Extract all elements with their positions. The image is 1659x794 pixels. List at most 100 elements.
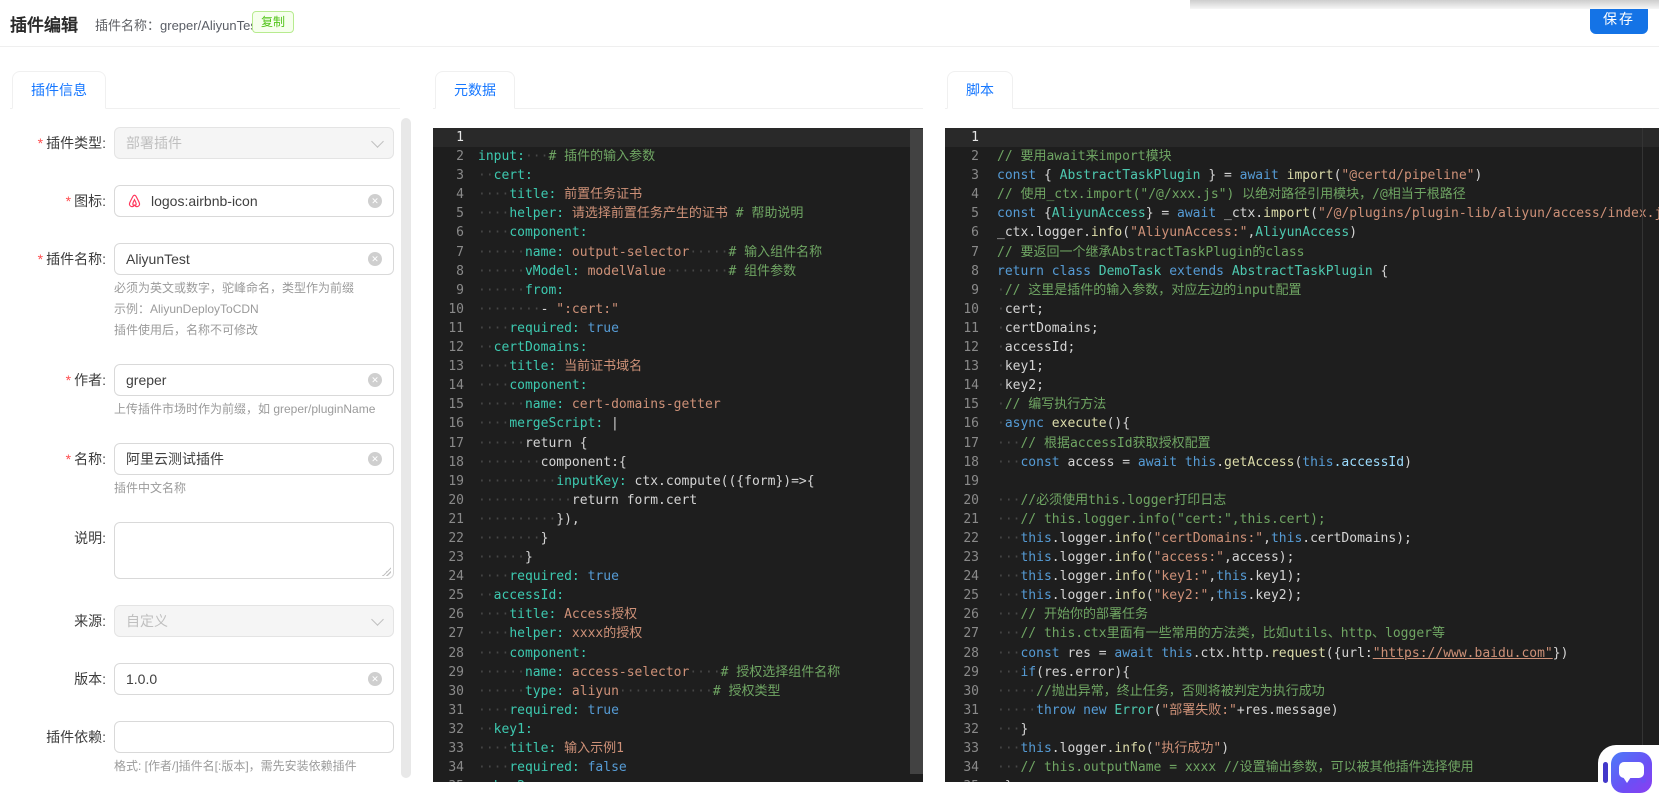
code-line: 1 [433,128,923,148]
line-number: 14 [448,378,464,394]
code-text: ···// this.ctx里面有一些常用的方法类，比如utils、http、l… [997,626,1445,642]
field-control: 1.0.0 ✕ [114,663,394,695]
code-line: 31 ····required: true [433,701,923,720]
line-number: 27 [963,626,979,642]
field-value: 阿里云测试插件 [126,451,224,467]
clear-icon[interactable]: ✕ [368,194,382,208]
code-line: 23 ···this.logger.info("access:",access); [945,548,1659,567]
line-number: 16 [963,416,979,432]
code-line: 27 ···// this.ctx里面有一些常用的方法类，比如utils、http… [945,624,1659,643]
tab-plugin-info[interactable]: 插件信息 [12,71,106,109]
code-line: 9 ·// 这里是插件的输入参数，对应左边的input配置 [945,281,1659,300]
line-number: 15 [448,397,464,413]
robot-chat-icon[interactable] [1611,752,1652,793]
tab-script[interactable]: 脚本 [947,71,1013,109]
code-line: 12 ··certDomains: [433,338,923,357]
plugin-info-form: * 插件类型: 部署插件 * 图标: logos:airbnb-icon ✕ * 插件名称: Al… [10,127,402,794]
line-number: 23 [448,550,464,566]
author-input[interactable]: greper ✕ [114,364,394,396]
required-asterisk: * [65,372,72,388]
field-label: * 图标: [10,185,114,217]
code-text: ··········}), [478,511,580,527]
code-line: 17 ······return { [433,434,923,453]
line-number: 27 [448,626,464,642]
field-label-text: 图标: [74,193,106,209]
code-text: ·async execute(){ [997,416,1131,432]
line-number: 13 [448,359,464,375]
code-text: ·cert; [997,301,1044,317]
field-control [114,522,394,579]
code-line: 23 ······} [433,548,923,567]
deps-input[interactable] [114,721,394,753]
line-number: 10 [963,301,979,317]
form-field-deps: 插件依赖: 格式: [作者/]插件名[:版本]，需先安装依赖插件 [10,721,402,774]
code-line: 7 // 要返回一个继承AbstractTaskPlugin的class [945,243,1659,262]
plugin-edit-page: 插件编辑 插件名称：greper/AliyunTest 复制 保存 插件信息 *… [0,0,1659,794]
line-number: 24 [963,569,979,585]
code-line: 10 ·cert; [945,300,1659,319]
required-asterisk: * [37,251,44,267]
code-line: 5 ····helper: 请选择前置任务产生的证书 # 帮助说明 [433,204,923,223]
field-value: logos:airbnb-icon [151,193,258,209]
line-number: 21 [963,511,979,527]
code-text: ····required: true [478,569,619,585]
code-line: 1 [945,128,1659,148]
line-number: 12 [448,340,464,356]
left-panel-scrollbar[interactable] [401,118,411,778]
desc-textarea[interactable] [114,522,394,579]
copy-badge[interactable]: 复制 [252,11,295,33]
line-number: 10 [448,301,464,317]
code-line: 28 ···const res = await this.ctx.http.req… [945,644,1659,663]
clear-icon[interactable]: ✕ [368,252,382,266]
metadata-editor[interactable]: 1 2 input:···# 插件的输入参数 3 ··cert: 4 ····title: … [433,128,923,782]
version-input[interactable]: 1.0.0 ✕ [114,663,394,695]
script-editor-scrollbar[interactable] [1642,128,1643,782]
field-helper-text: 格式: [作者/]插件名[:版本]，需先安装依赖插件 [114,759,357,773]
line-number: 35 [945,777,997,782]
field-label: 来源: [10,605,114,637]
code-line: 18 ···const access = await this.getAccess… [945,453,1659,472]
code-text: ·} [997,777,1659,782]
clear-icon[interactable]: ✕ [368,373,382,387]
field-label-text: 来源: [74,613,106,629]
type-select[interactable]: 部署插件 [114,127,394,159]
field-helper-text: 必须为英文或数字，驼峰命名，类型作为前缀 [114,281,355,295]
code-text: ········- ":cert:" [478,301,619,317]
plugin-name-value: greper/AliyunTest [160,18,261,33]
name-input[interactable]: AliyunTest ✕ [114,243,394,275]
icon-input[interactable]: logos:airbnb-icon ✕ [114,185,394,217]
field-label-text: 插件依赖: [46,729,106,745]
source-select[interactable]: 自定义 [114,605,394,637]
code-line: 26 ····title: Access授权 [433,605,923,624]
form-field-version: 版本: 1.0.0 ✕ [10,663,402,695]
script-tabbar: 脚本 [945,70,1659,109]
clear-icon[interactable]: ✕ [368,672,382,686]
line-number: 26 [448,607,464,623]
metadata-editor-scrollbar[interactable] [910,129,923,774]
field-value: 1.0.0 [126,671,158,687]
code-text: ····component: [478,378,588,394]
code-line: 6 _ctx.logger.info("AliyunAccess:",Aliyun… [945,223,1659,242]
chevron-down-icon [371,612,384,626]
code-text: ···// this.logger.info("cert:",this.cert… [997,511,1326,527]
code-text: ···this.logger.info("access:",access); [997,550,1295,566]
title-input[interactable]: 阿里云测试插件 ✕ [114,443,394,475]
line-number: 28 [448,645,464,661]
script-editor[interactable]: 1 2// 要用await来import模块 3 const { AbstractTa… [945,128,1659,782]
code-text: ·// 这里是插件的输入参数，对应左边的input配置 [997,282,1302,298]
code-line: 14 ·key2; [945,376,1659,395]
code-line: 22 ········} [433,529,923,548]
line-number: 17 [963,435,979,451]
line-number: 2 [971,149,979,165]
code-line: 21 ··········}), [433,510,923,529]
code-line: 12 ·accessId; [945,338,1659,357]
code-line: 15 ······name: cert-domains-getter [433,395,923,414]
clear-icon[interactable]: ✕ [368,452,382,466]
line-number: 1 [971,130,979,145]
chat-widget-handle[interactable] [1603,762,1608,783]
tab-metadata[interactable]: 元数据 [435,71,515,109]
line-number: 33 [448,741,464,756]
code-text: ···// 开始你的部署任务 [997,607,1148,623]
code-line: 26 ···// 开始你的部署任务 [945,605,1659,624]
